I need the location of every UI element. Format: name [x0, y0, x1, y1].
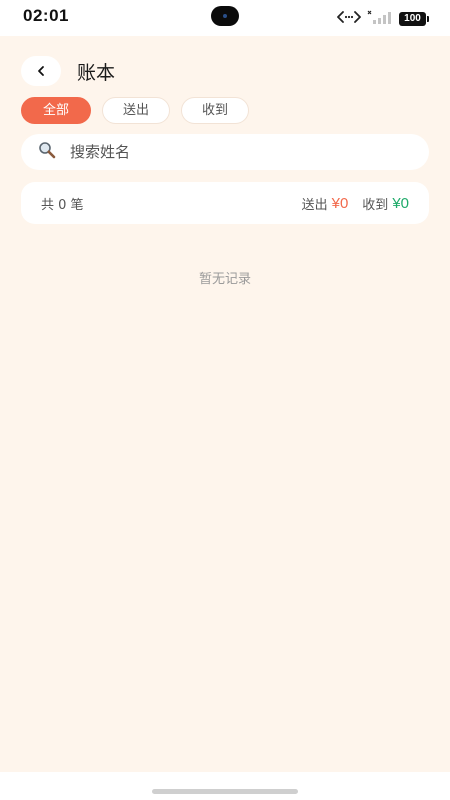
empty-state-text: 暂无记录: [198, 272, 251, 287]
sent-label: 送出: [301, 197, 328, 213]
status-time: 02:01: [23, 6, 69, 25]
home-indicator[interactable]: [152, 789, 298, 794]
search-icon: [38, 141, 56, 163]
chevron-left-icon: [36, 62, 46, 81]
signal-icon: [367, 9, 393, 28]
received-label: 收到: [362, 197, 389, 213]
data-transfer-icon: [337, 9, 361, 28]
back-button[interactable]: [21, 56, 61, 86]
gesture-bar: [0, 772, 450, 800]
front-camera: [211, 6, 239, 26]
tab-received[interactable]: 收到: [181, 97, 249, 124]
tab-all[interactable]: 全部: [21, 97, 91, 124]
ledger-page: 账本 全部 送出 收到 共 0 笔 送出 ¥0 收到 ¥0 暂无记录: [0, 36, 450, 772]
search-input[interactable]: [68, 142, 392, 162]
battery-icon: 100: [399, 11, 429, 26]
summary-totals: 送出 ¥0 收到 ¥0: [302, 194, 409, 213]
tab-sent[interactable]: 送出: [102, 97, 170, 124]
search-bar[interactable]: [21, 134, 429, 170]
filter-tabs: 全部 送出 收到: [21, 97, 249, 124]
status-icons: 100: [337, 9, 429, 28]
status-bar: 02:01 100: [0, 0, 450, 36]
sent-amount: ¥0: [331, 194, 349, 212]
received-amount: ¥0: [392, 194, 409, 212]
summary-card: 共 0 笔 送出 ¥0 收到 ¥0: [21, 182, 429, 224]
record-count: 共 0 笔: [41, 197, 84, 213]
page-title: 账本: [77, 62, 116, 84]
